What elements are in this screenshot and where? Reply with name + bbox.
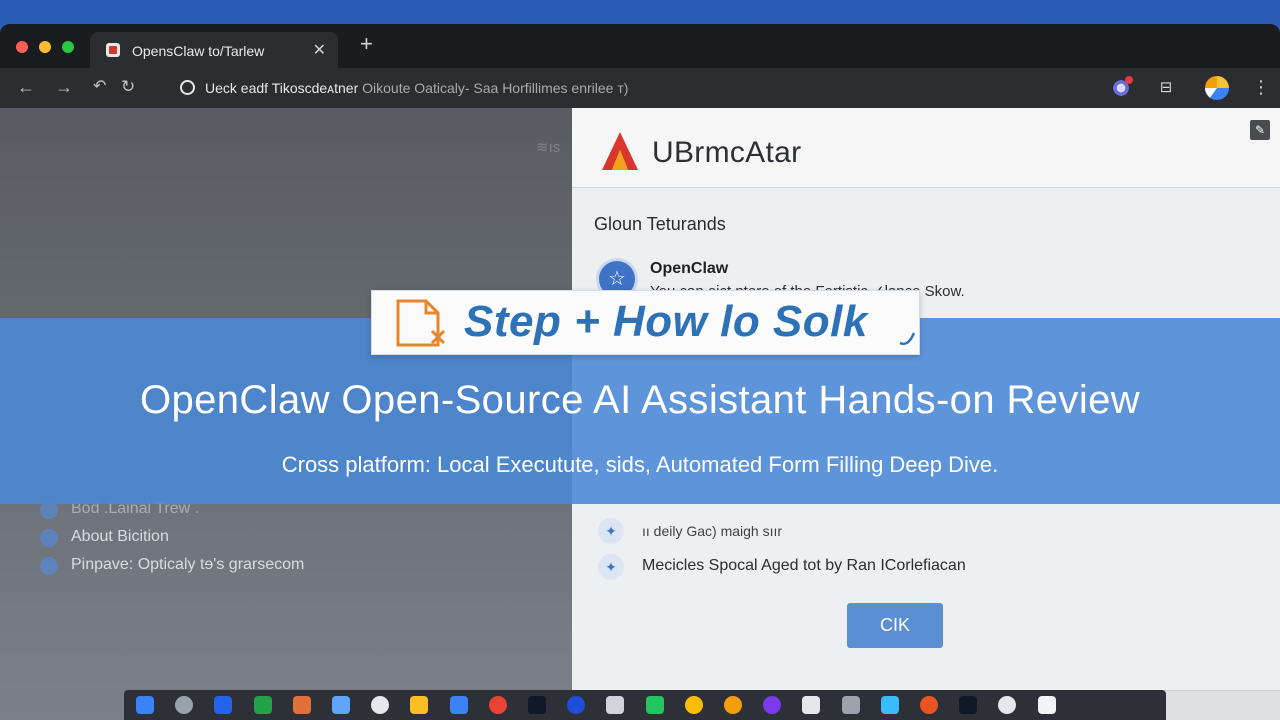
spreadsheet-icon[interactable] (254, 696, 272, 714)
document-icon[interactable] (332, 696, 350, 714)
banner-subtitle: Cross platform: Local Executute, sids, A… (281, 452, 999, 477)
list-bullet-icon (40, 529, 58, 547)
left-list-item[interactable]: Pinpave: Opticaly tɘ's grarsecom (40, 556, 360, 576)
tor-icon[interactable] (763, 696, 781, 714)
reader-mode-icon[interactable]: ⊟ (1156, 78, 1176, 98)
home-icon[interactable] (214, 696, 232, 714)
list-item-label: Mecicles Spocal Aged tot by Ran ICorlefi… (642, 557, 966, 574)
windows-icon[interactable] (136, 696, 154, 714)
extension-icon[interactable] (1111, 76, 1133, 98)
terminal-icon[interactable] (959, 696, 977, 714)
chrome2-icon[interactable] (685, 696, 703, 714)
phone-icon[interactable] (528, 696, 546, 714)
brand-logo-icon (602, 132, 638, 170)
forward-button[interactable]: → (55, 76, 73, 98)
notes-icon[interactable] (410, 696, 428, 714)
sparkle-icon: ✦ (598, 554, 624, 580)
brand-name: UBrmcAtar (652, 136, 802, 169)
tools-icon[interactable] (842, 696, 860, 714)
ok-button[interactable]: CIK (847, 603, 943, 648)
profile-avatar[interactable] (1205, 76, 1229, 100)
maximize-window-button[interactable] (62, 41, 74, 53)
photos-icon[interactable] (293, 696, 311, 714)
close-window-button[interactable] (16, 41, 28, 53)
left-list-item[interactable]: About Bicition (40, 528, 340, 548)
edit-icon[interactable]: ✎ (1250, 120, 1270, 140)
calculator-icon[interactable] (175, 696, 193, 714)
url-rest-text: Oikoute Oaticaly- Saa Horfillimes enrile… (358, 80, 629, 96)
taskbar (124, 690, 1166, 720)
settings-icon[interactable] (998, 696, 1016, 714)
site-info-icon[interactable] (180, 80, 195, 95)
sparkle-icon: ✦ (598, 518, 624, 544)
browser-toolbar: ← → ↶ ↻ Ueck eadf Tikoscdeᴀtner Oikoute … (0, 68, 1280, 108)
document-edit-icon (396, 299, 446, 347)
folder-icon[interactable] (881, 696, 899, 714)
left-list-item-label: Pinpave: Opticaly tɘ's grarsecom (71, 556, 305, 573)
left-list-item-label: About Bicition (71, 528, 169, 545)
tab-bar: OpensClaw to/Tarlew ✕ + (0, 24, 1280, 68)
editor-icon[interactable] (567, 696, 585, 714)
list-item[interactable]: ✦ Mecicles Spocal Aged tot by Ran ICorle… (596, 552, 1196, 580)
step-label: Step + How lo Solk (464, 297, 868, 346)
list-item-label: ıı deily Gac) maigh sıır (642, 523, 783, 539)
browser-tab[interactable]: OpensClaw to/Tarlew ✕ (90, 32, 338, 68)
tab-favicon-icon (106, 43, 120, 57)
history-button[interactable]: ↶ (93, 76, 106, 98)
check-icon[interactable] (606, 696, 624, 714)
section-heading: Gloun Teturands (594, 214, 726, 234)
ubuntu-icon[interactable] (920, 696, 938, 714)
assistant-name: OpenClaw (650, 260, 729, 277)
people-icon[interactable] (724, 696, 742, 714)
chat-icon[interactable] (1038, 696, 1056, 714)
tab-title: OpensClaw to/Tarlew (132, 43, 265, 59)
minimize-window-button[interactable] (39, 41, 51, 53)
step-label-box: Step + How lo Solk (371, 290, 920, 355)
reload-button[interactable]: ↻ (121, 76, 135, 98)
new-tab-button[interactable]: + (360, 33, 373, 55)
back-button[interactable]: ← (17, 76, 35, 98)
edge-icon[interactable] (371, 696, 389, 714)
address-bar[interactable]: Ueck eadf Tikoscdeᴀtner Oikoute Oaticaly… (205, 80, 628, 96)
arrows-icon[interactable] (646, 696, 664, 714)
swoosh-icon (899, 332, 916, 346)
url-main-text: Ueck eadf Tikoscdeᴀtner (205, 80, 359, 96)
list-bullet-icon (40, 557, 58, 575)
browser-menu-icon[interactable]: ⋮ (1252, 77, 1270, 98)
left-pane-mark: ≋ıs (536, 139, 561, 156)
file-icon[interactable] (802, 696, 820, 714)
puzzle-icon[interactable] (450, 696, 468, 714)
tab-close-icon[interactable]: ✕ (313, 40, 326, 60)
list-item[interactable]: ✦ ıı deily Gac) maigh sıır (596, 516, 1196, 544)
panel-header: UBrmcAtar ✎ (572, 108, 1280, 188)
banner-title: OpenClaw Open-Source AI Assistant Hands-… (139, 378, 1141, 422)
chrome-icon[interactable] (489, 696, 507, 714)
